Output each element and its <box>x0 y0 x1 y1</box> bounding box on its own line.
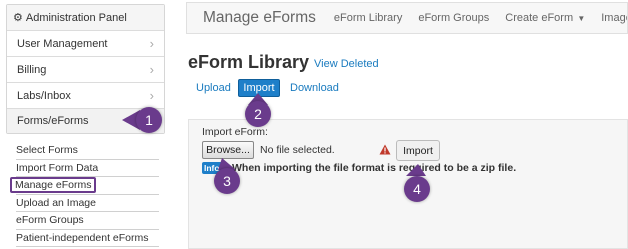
navbar-brand[interactable]: Manage eForms <box>203 9 316 27</box>
nav-link-image-library[interactable]: Image Library <box>601 12 627 24</box>
submenu-item-upload-image[interactable]: Upload an Image <box>16 195 159 212</box>
gear-icon: ⚙ <box>13 12 23 24</box>
submenu-item-label: Import Form Data <box>16 161 99 174</box>
chevron-right-icon: › <box>149 88 154 103</box>
file-status-text: No file selected. <box>260 144 335 156</box>
submenu-item-label: eForm Groups <box>16 214 84 227</box>
forms-submenu: Select Forms Import Form Data Manage eFo… <box>10 142 159 247</box>
submenu-item-label: Select Forms <box>16 144 78 157</box>
tab-upload[interactable]: Upload <box>196 79 231 97</box>
submenu-item-manage-eforms[interactable]: Manage eForms <box>10 177 159 195</box>
info-message: When importing the file format is requir… <box>232 162 517 174</box>
import-eform-label: Import eForm: <box>202 126 268 138</box>
callout-marker-4: 4 <box>404 176 430 202</box>
submenu-item-import-form-data[interactable]: Import Form Data <box>16 160 159 177</box>
submenu-item-patient-independent-eforms[interactable]: Patient-independent eForms <box>16 230 159 247</box>
nav-link-eform-library[interactable]: eForm Library <box>334 12 402 24</box>
import-submit-button[interactable]: Import <box>396 140 440 161</box>
callout-marker-1: 1 <box>136 107 162 133</box>
top-navbar: Manage eForms eForm Library eForm Groups… <box>186 2 628 34</box>
sidebar-item-label: User Management <box>17 37 108 50</box>
sidebar-item-labs-inbox[interactable]: Labs/Inbox › <box>7 83 164 109</box>
sidebar-item-user-management[interactable]: User Management › <box>7 31 164 57</box>
chevron-right-icon: › <box>149 62 154 77</box>
view-deleted-link[interactable]: View Deleted <box>314 58 379 70</box>
admin-panel-header: ⚙ Administration Panel <box>7 5 164 31</box>
sidebar-item-label: Forms/eForms <box>17 115 89 127</box>
caret-down-icon: ▼ <box>575 14 586 23</box>
page-title: eForm Library <box>188 52 310 72</box>
sidebar-item-label: Billing <box>17 63 47 76</box>
sidebar-item-billing[interactable]: Billing › <box>7 57 164 83</box>
browse-button[interactable]: Browse... <box>202 141 254 159</box>
nav-dropdown-create-eform[interactable]: Create eForm ▼ <box>505 12 585 24</box>
submenu-item-eform-groups[interactable]: eForm Groups <box>16 212 159 230</box>
callout-marker-3: 3 <box>214 168 240 194</box>
callout-marker-2: 2 <box>245 101 271 127</box>
submenu-item-label: Upload an Image <box>16 196 96 209</box>
sidebar-item-label: Labs/Inbox <box>17 89 71 102</box>
submenu-item-select-forms[interactable]: Select Forms <box>16 142 159 160</box>
submenu-item-label: Manage eForms <box>10 177 97 194</box>
warning-icon <box>379 144 391 155</box>
nav-link-label: Create eForm <box>505 12 574 24</box>
nav-link-eform-groups[interactable]: eForm Groups <box>418 12 489 24</box>
submenu-item-label: Patient-independent eForms <box>16 231 149 244</box>
tab-download[interactable]: Download <box>290 79 339 97</box>
admin-panel-title: Administration Panel <box>25 11 127 24</box>
chevron-right-icon: › <box>149 36 154 51</box>
